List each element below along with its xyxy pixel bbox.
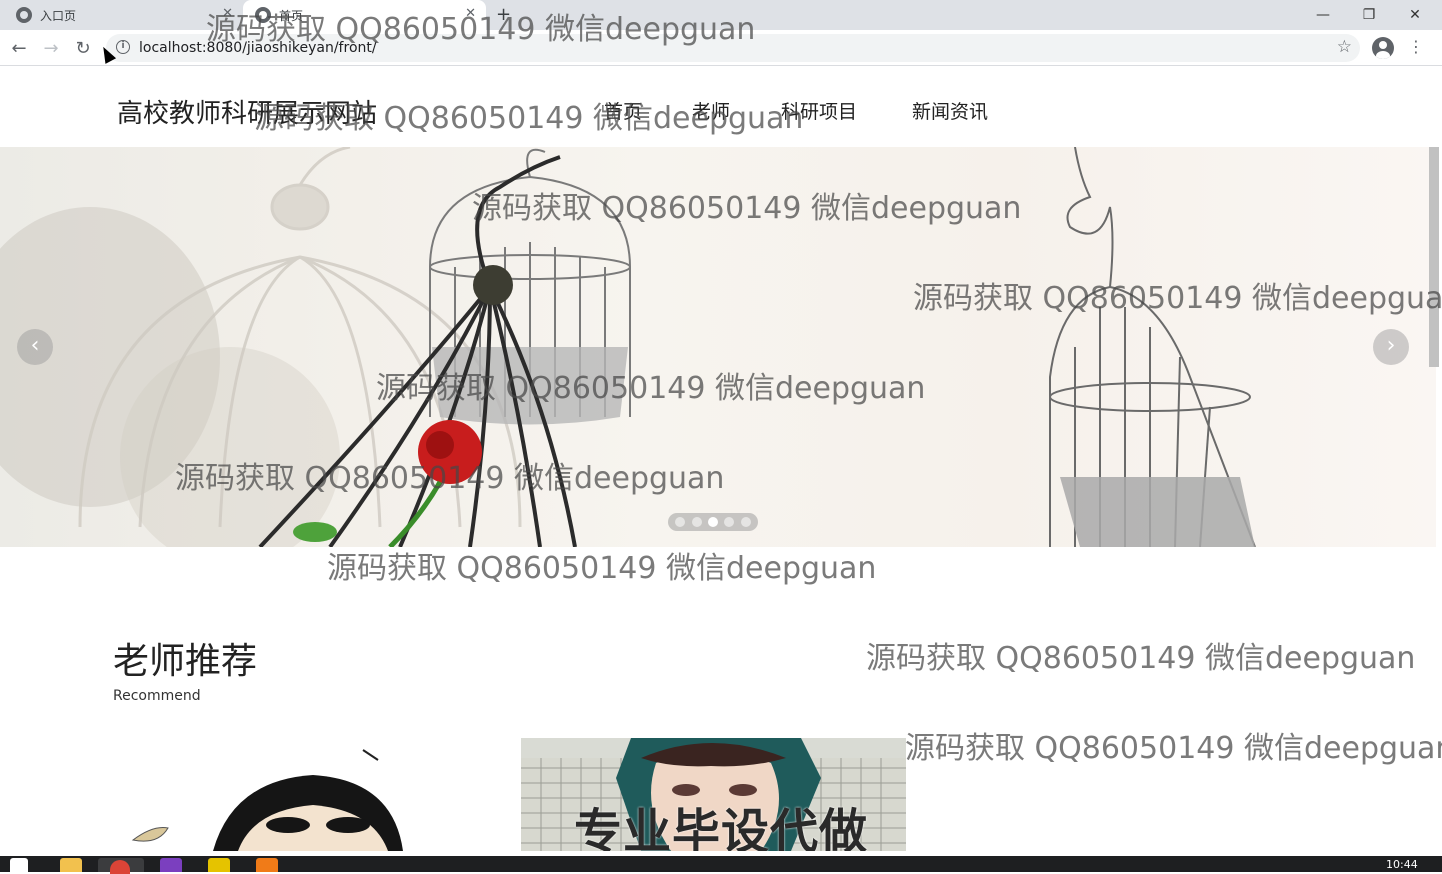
file-explorer-icon[interactable] [60, 858, 82, 872]
teacher-card-image[interactable] [113, 740, 413, 851]
site-title[interactable]: 高校教师科研展示网站 [117, 93, 377, 130]
minimize-icon[interactable]: — [1300, 0, 1346, 30]
carousel-next-button[interactable]: › [1373, 329, 1409, 365]
app-icon[interactable] [208, 858, 230, 872]
app-icon[interactable] [160, 858, 182, 872]
tab-label: 首页 [279, 8, 304, 23]
watermark: 源码获取 QQ86050149 微信deepguan [866, 641, 1416, 676]
globe-icon [255, 7, 271, 23]
profile-avatar-icon[interactable] [1372, 37, 1394, 59]
reload-icon[interactable]: ↻ [70, 36, 96, 60]
carousel-prev-button[interactable]: ‹ [17, 329, 53, 365]
page-scrollbar[interactable] [1429, 147, 1439, 367]
more-menu-icon[interactable]: ⋮ [1408, 37, 1424, 56]
taskbar-clock[interactable]: 10:44 [1386, 858, 1418, 871]
browser-tab-home[interactable]: 首页 ✕ [243, 0, 486, 30]
tab-label: 入口页 [40, 8, 77, 23]
carousel-dot-active[interactable] [707, 517, 718, 527]
section-title: 老师推荐 [113, 641, 258, 682]
bookmark-star-icon[interactable]: ☆ [1337, 37, 1352, 57]
os-taskbar: 10:44 [0, 856, 1442, 874]
nav-news[interactable]: 新闻资讯 [912, 97, 988, 124]
cartoon-avatar [131, 749, 403, 851]
browser-toolbar: ← → ↻ i localhost:8080/jiaoshikeyan/fron… [0, 30, 1442, 66]
carousel-dot[interactable] [740, 517, 751, 527]
carousel-dot[interactable] [691, 517, 702, 527]
browser-tab-bar: 入口页 ✕ 首页 ✕ + — ❐ ✕ [0, 0, 1442, 30]
nav-research-projects[interactable]: 科研项目 [781, 97, 857, 124]
carousel-indicators [668, 513, 758, 531]
close-tab-icon[interactable]: ✕ [222, 6, 233, 21]
nav-teachers[interactable]: 老师 [692, 97, 730, 124]
cage-knob [473, 265, 513, 305]
close-tab-icon[interactable]: ✕ [465, 6, 476, 21]
site-header: 高校教师科研展示网站 首页 老师 科研项目 新闻资讯 [0, 67, 1430, 147]
cage-base [1060, 477, 1255, 547]
watermark: 源码获取 QQ86050149 微信deepguan [905, 731, 1442, 766]
browser-tab-entry[interactable]: 入口页 ✕ [0, 0, 243, 30]
close-window-icon[interactable]: ✕ [1392, 0, 1438, 30]
forward-icon[interactable]: → [38, 36, 64, 60]
globe-icon [16, 7, 32, 23]
back-icon[interactable]: ← [6, 36, 32, 60]
windows-start-icon[interactable] [10, 858, 28, 872]
nav-home[interactable]: 首页 [604, 97, 642, 124]
banner-text: 专业毕设代做 [574, 804, 869, 851]
new-tab-icon[interactable]: + [496, 4, 511, 25]
birdcage-illustration [78, 147, 1256, 547]
teacher-card-image[interactable]: 专业毕设代做 [521, 738, 906, 851]
url-text[interactable]: localhost:8080/jiaoshikeyan/front/ [139, 40, 377, 56]
watermark: 源码获取 QQ86050149 微信deepguan [327, 551, 877, 586]
app-icon[interactable] [256, 858, 278, 872]
address-bar[interactable]: i localhost:8080/jiaoshikeyan/front/ ☆ [106, 34, 1360, 62]
restore-icon[interactable]: ❐ [1346, 0, 1392, 30]
carousel-dot[interactable] [724, 517, 735, 527]
hero-carousel[interactable]: ‹ › [0, 147, 1436, 547]
info-icon[interactable]: i [116, 40, 130, 54]
section-subtitle: Recommend [113, 688, 201, 704]
chrome-taskbar-item[interactable] [98, 858, 144, 874]
carousel-dot[interactable] [675, 517, 686, 527]
